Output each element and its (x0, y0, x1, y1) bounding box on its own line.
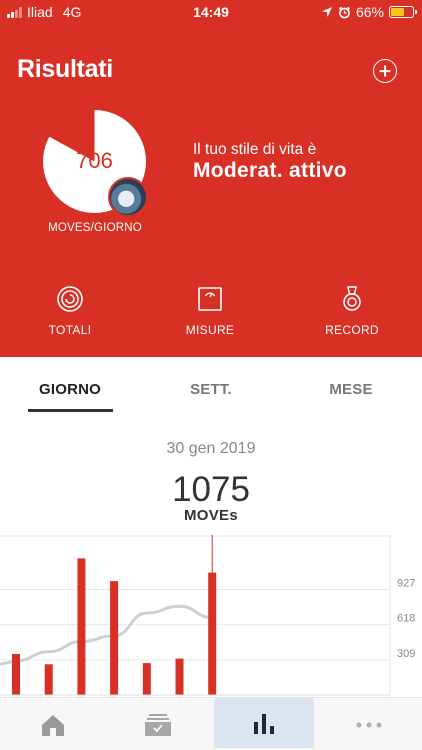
reference-label: 309 (397, 648, 415, 660)
totali-button[interactable]: TOTALI (15, 285, 125, 337)
moves-bar-chart[interactable]: 927 618 309 (0, 535, 422, 698)
alarm-icon (338, 6, 350, 18)
misure-button[interactable]: MISURE (155, 285, 265, 337)
selected-moves-value: 1075 (172, 470, 250, 509)
bottom-nav (0, 697, 422, 750)
add-button[interactable] (373, 59, 397, 83)
totali-label: TOTALI (48, 323, 92, 337)
bar (12, 654, 20, 695)
bar (208, 572, 217, 695)
reference-label: 927 (397, 577, 415, 589)
rings-icon (57, 286, 83, 312)
chart-icon (254, 714, 274, 734)
battery-icon (389, 6, 417, 18)
record-label: RECORD (325, 323, 379, 337)
reference-label: 618 (397, 613, 415, 625)
selected-date: 30 gen 2019 (166, 440, 256, 457)
battery-percent: 66% (355, 4, 384, 20)
page-title: Risultati (17, 55, 113, 83)
battery-fill (391, 8, 405, 16)
status-right: 66% (321, 4, 417, 20)
home-icon (42, 714, 64, 736)
lifestyle-value: Moderat. attivo (193, 159, 347, 182)
nav-more[interactable] (319, 698, 419, 750)
tab-sett[interactable]: SETT. (141, 381, 281, 398)
period-tabs: GIORNO SETT. MESE (0, 357, 422, 417)
more-icon (356, 722, 382, 727)
bar (142, 663, 151, 695)
bar (110, 581, 119, 695)
medal-icon (343, 286, 361, 311)
bar (44, 664, 53, 695)
selected-moves-unit: MOVEs (183, 507, 238, 524)
record-button[interactable]: RECORD (297, 285, 407, 337)
scale-icon (198, 287, 222, 311)
nav-home[interactable] (3, 698, 103, 750)
moves-per-day-label: MOVES/GIORNO (48, 222, 142, 234)
active-tab-indicator (28, 409, 113, 412)
inbox-icon (145, 713, 171, 736)
bar (77, 558, 86, 695)
bar (175, 658, 184, 695)
nav-inbox[interactable] (108, 698, 208, 750)
status-bar: Iliad 4G 14:49 66% (0, 0, 422, 24)
nav-chart[interactable] (214, 698, 314, 748)
tab-mese[interactable]: MESE (281, 381, 421, 398)
misure-label: MISURE (185, 323, 235, 337)
tab-giorno[interactable]: GIORNO (0, 381, 140, 398)
trend-line (0, 604, 214, 666)
moves-per-day-value: 706 (76, 148, 113, 173)
lifestyle-label: Il tuo stile di vita è (193, 141, 317, 158)
avatar[interactable] (108, 177, 148, 217)
results-header-panel: Iliad 4G 14:49 66% Risultati 706 MOVES/G… (0, 0, 422, 357)
location-icon (321, 7, 332, 17)
